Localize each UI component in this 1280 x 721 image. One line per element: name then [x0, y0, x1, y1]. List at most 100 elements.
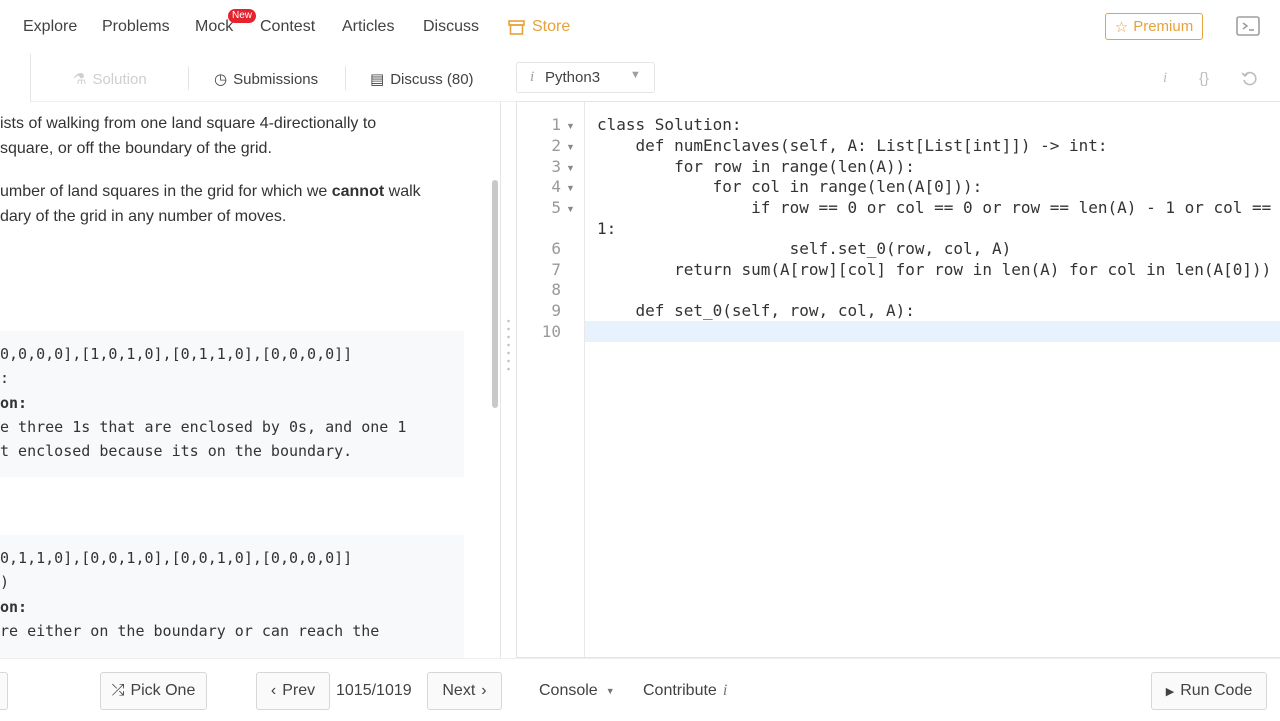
- example-explanation-label: on:: [0, 394, 28, 412]
- nav-mock[interactable]: Mock: [195, 18, 233, 36]
- example-explanation-label: on:: [0, 598, 28, 616]
- prev-button[interactable]: ‹ Prev: [256, 672, 330, 710]
- nav-explore[interactable]: Explore: [23, 18, 77, 36]
- tab-discuss-label: Discuss (80): [390, 70, 474, 88]
- example-explanation: re either on the boundary or can reach t…: [0, 622, 380, 640]
- contribute-label: Contribute: [643, 682, 717, 699]
- line-number: 3: [551, 157, 561, 176]
- code-editor[interactable]: 1 ▼ 2 ▼ 3 ▼ 4 ▼ 5 ▼ 6 7 8 9 10 class Solution…: [516, 101, 1280, 658]
- fold-arrow-icon[interactable]: ▼: [566, 183, 575, 193]
- desc-line: umber of land squares in the grid for wh…: [0, 183, 421, 201]
- code-line: def numEnclaves(self, A: List[List[int]]…: [597, 136, 1108, 155]
- line-number: 8: [551, 280, 561, 299]
- problem-description: ists of walking from one land square 4-d…: [0, 102, 501, 658]
- tab-discuss[interactable]: ▤ Discuss (80): [370, 70, 474, 89]
- example-explanation: e three 1s that are enclosed by 0s, and …: [0, 418, 407, 436]
- reset-icon[interactable]: [1241, 70, 1258, 86]
- console-toggle[interactable]: Console ▼: [539, 682, 615, 700]
- info-tool-icon[interactable]: i: [1163, 70, 1167, 87]
- nav-articles[interactable]: Articles: [342, 18, 394, 36]
- line-number: 6: [551, 239, 561, 258]
- code-line: def set_0(self, row, col, A):: [597, 301, 915, 320]
- code-line: self.set_0(row, col, A): [597, 239, 1012, 258]
- run-code-button[interactable]: ▶ Run Code: [1151, 672, 1267, 710]
- contribute-button[interactable]: Contribute i: [643, 682, 727, 700]
- code-line: for row in range(len(A)):: [597, 157, 915, 176]
- shuffle-icon: ⤮: [111, 682, 125, 699]
- flask-icon: ⚗: [73, 71, 87, 88]
- premium-button[interactable]: ☆ Premium: [1105, 13, 1203, 40]
- desc-bold: cannot: [331, 183, 385, 200]
- code-line: for col in range(len(A[0])):: [597, 177, 983, 196]
- language-label: Python3: [545, 69, 601, 86]
- fold-arrow-icon[interactable]: ▼: [566, 204, 575, 214]
- fold-arrow-icon[interactable]: ▼: [566, 163, 575, 173]
- divider: [345, 66, 346, 90]
- example-1-block: 0,0,0,0],[1,0,1,0],[0,1,1,0],[0,0,0,0]] …: [0, 331, 464, 477]
- caret-down-icon: ▼: [605, 686, 615, 696]
- problem-counter: 1015/1019: [336, 682, 412, 699]
- code-line: 1:: [597, 219, 617, 238]
- top-navbar: Explore Problems Mock New Contest Articl…: [0, 0, 1280, 54]
- example-output: :: [0, 369, 10, 387]
- info-icon: i: [530, 69, 535, 85]
- caret-down-icon: ▼: [630, 69, 641, 81]
- playground-icon[interactable]: [1236, 16, 1260, 36]
- desc-line: dary of the grid in any number of moves.: [0, 208, 287, 225]
- nav-problems[interactable]: Problems: [102, 18, 170, 36]
- tab-submissions-label: Submissions: [233, 70, 319, 88]
- nav-discuss[interactable]: Discuss: [423, 18, 479, 36]
- chevron-left-icon: ‹: [270, 682, 277, 699]
- example-input: 0,0,0,0],[1,0,1,0],[0,1,1,0],[0,0,0,0]]: [0, 345, 353, 363]
- tab-solution[interactable]: ⚗ Solution: [73, 70, 147, 89]
- premium-label: Premium: [1133, 18, 1194, 35]
- next-button[interactable]: Next ›: [427, 672, 502, 710]
- prev-label: Prev: [282, 682, 316, 699]
- tab-submissions[interactable]: ◷ Submissions: [214, 70, 319, 89]
- desc-text: walk: [384, 183, 421, 200]
- example-output: ): [0, 573, 10, 591]
- store-label: Store: [532, 18, 571, 35]
- fold-arrow-icon[interactable]: ▼: [566, 121, 575, 131]
- tab-solution-label: Solution: [92, 70, 147, 88]
- info-icon: i: [722, 682, 728, 699]
- pick-one-label: Pick One: [130, 682, 196, 699]
- example-explanation: t enclosed because its on the boundary.: [0, 442, 353, 460]
- star-icon: ☆: [1114, 18, 1129, 36]
- example-input: 0,1,1,0],[0,0,1,0],[0,0,1,0],[0,0,0,0]]: [0, 549, 353, 567]
- desc-line: square, or off the boundary of the grid.: [0, 140, 272, 157]
- fold-arrow-icon[interactable]: ▼: [566, 142, 575, 152]
- description-scrollbar[interactable]: [492, 180, 498, 408]
- line-number: 1: [551, 115, 561, 134]
- tab-description-active[interactable]: [0, 54, 31, 103]
- line-number: 4: [551, 177, 561, 196]
- code-line: return sum(A[row][col] for row in len(A)…: [597, 260, 1272, 279]
- line-number: 2: [551, 136, 561, 155]
- problems-list-button[interactable]: [0, 672, 8, 710]
- resize-handle-icon[interactable]: [507, 318, 510, 374]
- nav-contest[interactable]: Contest: [260, 18, 315, 36]
- line-number: 9: [551, 301, 561, 320]
- desc-text: umber of land squares in the grid for wh…: [0, 183, 332, 200]
- line-number: 10: [541, 322, 561, 341]
- pick-one-button[interactable]: ⤮ Pick One: [100, 672, 207, 710]
- line-number: 5: [551, 198, 561, 217]
- new-badge: New: [228, 9, 257, 23]
- divider: [188, 66, 189, 90]
- format-code-icon[interactable]: {}: [1199, 70, 1209, 87]
- line-number: 7: [551, 260, 561, 279]
- clock-icon: ◷: [214, 71, 228, 88]
- line-number-gutter: 1 ▼ 2 ▼ 3 ▼ 4 ▼ 5 ▼ 6 7 8 9 10: [517, 102, 585, 657]
- language-select[interactable]: i Python3 ▼: [516, 62, 655, 93]
- run-code-label: Run Code: [1180, 682, 1253, 699]
- nav-store[interactable]: Store: [508, 18, 570, 36]
- chevron-right-icon: ›: [481, 682, 487, 699]
- current-line-highlight: [585, 321, 1280, 342]
- example-2-block: 0,1,1,0],[0,0,1,0],[0,0,1,0],[0,0,0,0]] …: [0, 535, 464, 658]
- code-line: if row == 0 or col == 0 or row == len(A)…: [751, 198, 1272, 217]
- code-line: class Solution:: [597, 115, 742, 134]
- play-icon: ▶: [1165, 685, 1175, 698]
- next-label: Next: [442, 682, 476, 699]
- console-label: Console: [539, 682, 598, 699]
- store-icon: [508, 19, 525, 35]
